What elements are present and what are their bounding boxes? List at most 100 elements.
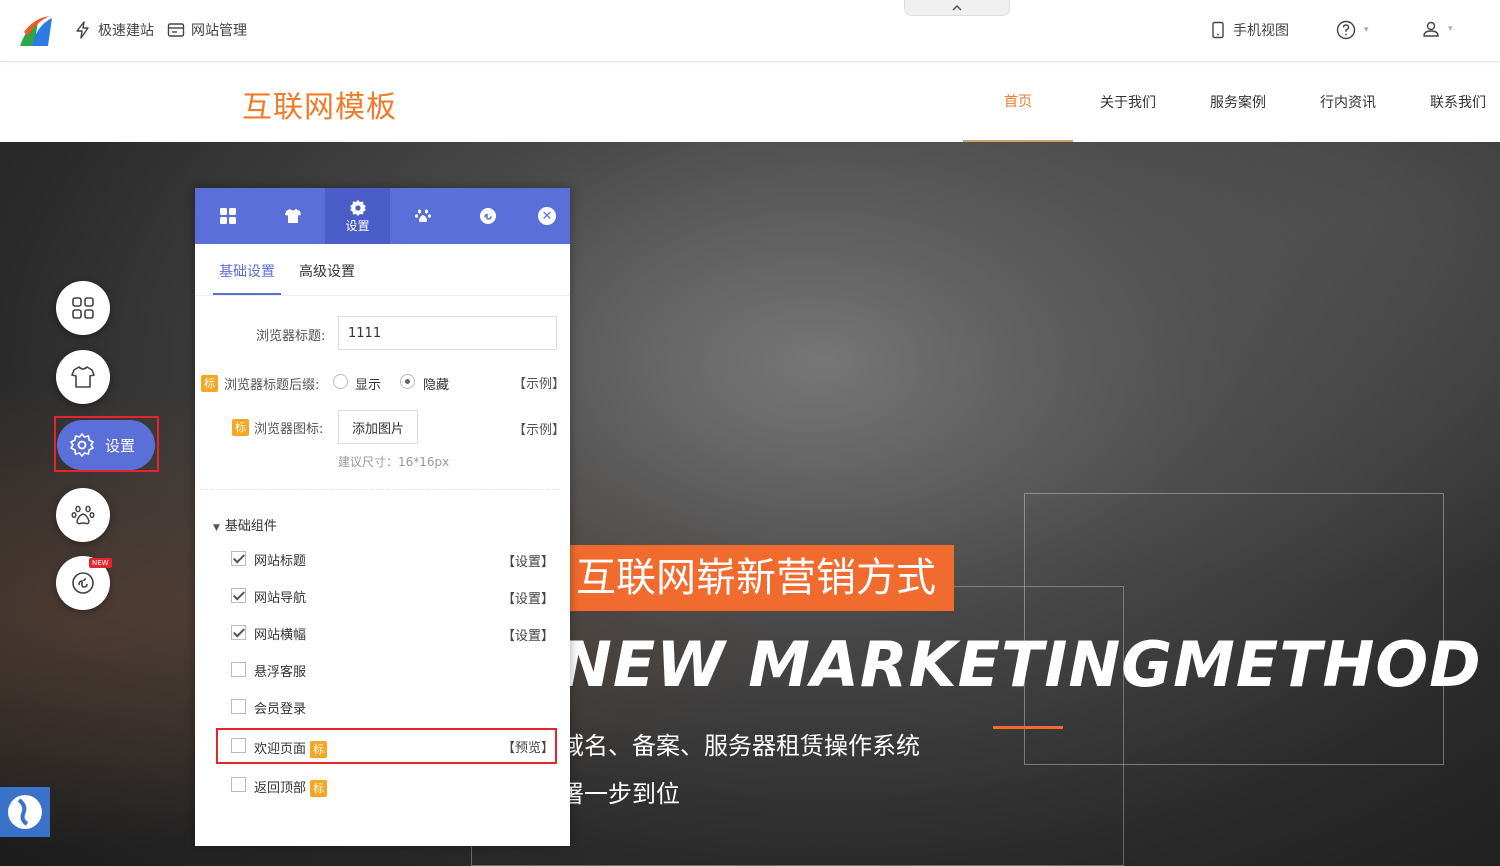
components-button[interactable]	[56, 281, 110, 335]
component-checkbox[interactable]	[231, 551, 246, 566]
components-group-toggle[interactable]: ▼ 基础组件	[213, 515, 277, 534]
baidu-button[interactable]	[56, 488, 110, 542]
customer-service-button[interactable]	[0, 787, 50, 837]
new-badge: NEW	[89, 558, 112, 568]
user-menu-button[interactable]: ▾	[1422, 20, 1453, 38]
settings-panel: 设置 ✕ 基础设置 高级设置 浏览器标题: 标 浏览器标题后缀: 显示 隐藏 【…	[195, 188, 570, 846]
title-suffix-label: 浏览器标题后缀:	[224, 378, 320, 393]
component-checkbox[interactable]	[231, 662, 246, 677]
component-preview-link[interactable]: 【预览】	[502, 737, 554, 756]
component-label: 网站导航	[254, 591, 307, 606]
site-title[interactable]: 互联网模板	[242, 82, 397, 126]
nav-cases[interactable]: 服务案例	[1183, 62, 1293, 142]
nav-about[interactable]: 关于我们	[1073, 62, 1183, 142]
component-label-text: 返回顶部	[254, 781, 307, 796]
component-label: 网站横幅	[254, 628, 307, 643]
section-divider	[200, 489, 560, 490]
feature-badge: 标	[232, 419, 249, 436]
component-label: 网站标题	[254, 554, 307, 569]
lightning-icon	[76, 21, 89, 39]
component-checkbox[interactable]	[231, 588, 246, 603]
component-settings-link[interactable]: 【设置】	[502, 551, 554, 570]
mini-program-icon	[72, 572, 94, 594]
tab-settings-label: 设置	[345, 218, 370, 233]
caret-down-icon: ▼	[213, 523, 220, 533]
banner-slogan-cn: 互联网崭新营销方式	[558, 545, 954, 611]
mini-program-icon	[479, 208, 496, 224]
caret-down-icon: ▾	[1448, 24, 1453, 34]
help-icon	[1336, 20, 1356, 40]
subtab-basic[interactable]: 基础设置	[219, 261, 275, 281]
component-settings-link[interactable]: 【设置】	[502, 625, 554, 644]
component-label: 悬浮客服	[254, 665, 307, 680]
paw-icon	[71, 505, 95, 525]
gear-icon	[349, 199, 366, 216]
settings-button[interactable]: 设置	[57, 420, 155, 470]
mobile-view-label: 手机视图	[1233, 23, 1289, 39]
mobile-icon	[1212, 21, 1224, 39]
browser-title-label: 浏览器标题:	[256, 329, 326, 344]
grid-icon	[72, 297, 94, 319]
tab-components[interactable]	[195, 188, 260, 244]
shirt-icon	[284, 209, 301, 223]
nav-home[interactable]: 首页	[963, 62, 1073, 142]
subtab-indicator	[213, 293, 281, 295]
collapse-toolbar-button[interactable]	[904, 0, 1010, 16]
close-icon[interactable]: ✕	[538, 207, 556, 225]
component-settings-link[interactable]: 【设置】	[502, 588, 554, 607]
icon-example-link[interactable]: 【示例】	[513, 419, 565, 438]
browser-icon-label: 浏览器图标:	[254, 422, 324, 437]
panel-tabbar: 设置 ✕	[195, 188, 570, 244]
feature-badge: 标	[310, 741, 328, 758]
add-image-button[interactable]: 添加图片	[338, 410, 418, 444]
tab-theme[interactable]	[260, 188, 325, 244]
caret-down-icon: ▾	[1364, 25, 1369, 35]
banner-divider	[993, 726, 1063, 729]
suffix-hide-label[interactable]: 隐藏	[423, 374, 449, 393]
component-checkbox[interactable]	[231, 738, 246, 753]
component-label-text: 欢迎页面	[254, 742, 307, 757]
banner-subtitle-2: 署一步到位	[560, 780, 680, 808]
suffix-show-label[interactable]: 显示	[355, 374, 381, 393]
site-manage-label: 网站管理	[191, 23, 247, 39]
paw-icon	[414, 209, 431, 223]
site-manage-button[interactable]: 网站管理	[167, 20, 247, 40]
nav-contact[interactable]: 联系我们	[1403, 62, 1500, 142]
settings-button-label: 设置	[105, 436, 136, 455]
quick-build-button[interactable]: 极速建站	[74, 20, 154, 40]
banner-subtitle-1: 域名、备案、服务器租赁操作系统	[560, 732, 920, 760]
feature-badge: 标	[310, 780, 328, 797]
gear-icon	[70, 433, 94, 457]
user-icon	[1423, 21, 1439, 37]
banner-slogan-en: NEW MARKETINGMETHOD	[560, 628, 1482, 701]
component-label: 欢迎页面 标	[254, 738, 328, 758]
subtab-bar: 基础设置 高级设置	[195, 244, 570, 296]
suffix-hide-radio[interactable]	[400, 374, 415, 389]
browser-title-input[interactable]	[338, 316, 557, 350]
mobile-view-button[interactable]: 手机视图	[1209, 20, 1289, 40]
chat-bubble-icon	[8, 795, 42, 829]
site-nav: 首页 关于我们 服务案例 行内资讯 联系我们	[963, 62, 1500, 142]
feature-badge: 标	[201, 375, 218, 392]
grid-icon	[219, 208, 236, 224]
site-manage-icon	[167, 23, 185, 37]
site-header: 互联网模板 首页 关于我们 服务案例 行内资讯 联系我们	[0, 62, 1500, 142]
chevron-up-icon	[952, 4, 962, 11]
component-checkbox[interactable]	[231, 777, 246, 792]
shirt-icon	[71, 366, 95, 388]
tab-settings[interactable]: 设置	[325, 188, 390, 244]
component-label: 会员登录	[254, 702, 307, 717]
help-menu-button[interactable]: ▾	[1336, 20, 1369, 40]
editor-toolbar: 极速建站 网站管理 手机视图 ▾ ▾	[0, 0, 1500, 62]
nav-news[interactable]: 行内资讯	[1293, 62, 1403, 142]
component-checkbox[interactable]	[231, 625, 246, 640]
suffix-show-radio[interactable]	[333, 374, 348, 389]
subtab-advanced[interactable]: 高级设置	[299, 261, 355, 281]
tab-baidu[interactable]	[390, 188, 455, 244]
tab-mini-program[interactable]	[455, 188, 520, 244]
component-checkbox[interactable]	[231, 699, 246, 714]
suffix-example-link[interactable]: 【示例】	[513, 373, 565, 392]
app-logo-icon[interactable]	[18, 14, 54, 50]
theme-button[interactable]	[56, 350, 110, 404]
components-group-title: 基础组件	[224, 519, 277, 534]
